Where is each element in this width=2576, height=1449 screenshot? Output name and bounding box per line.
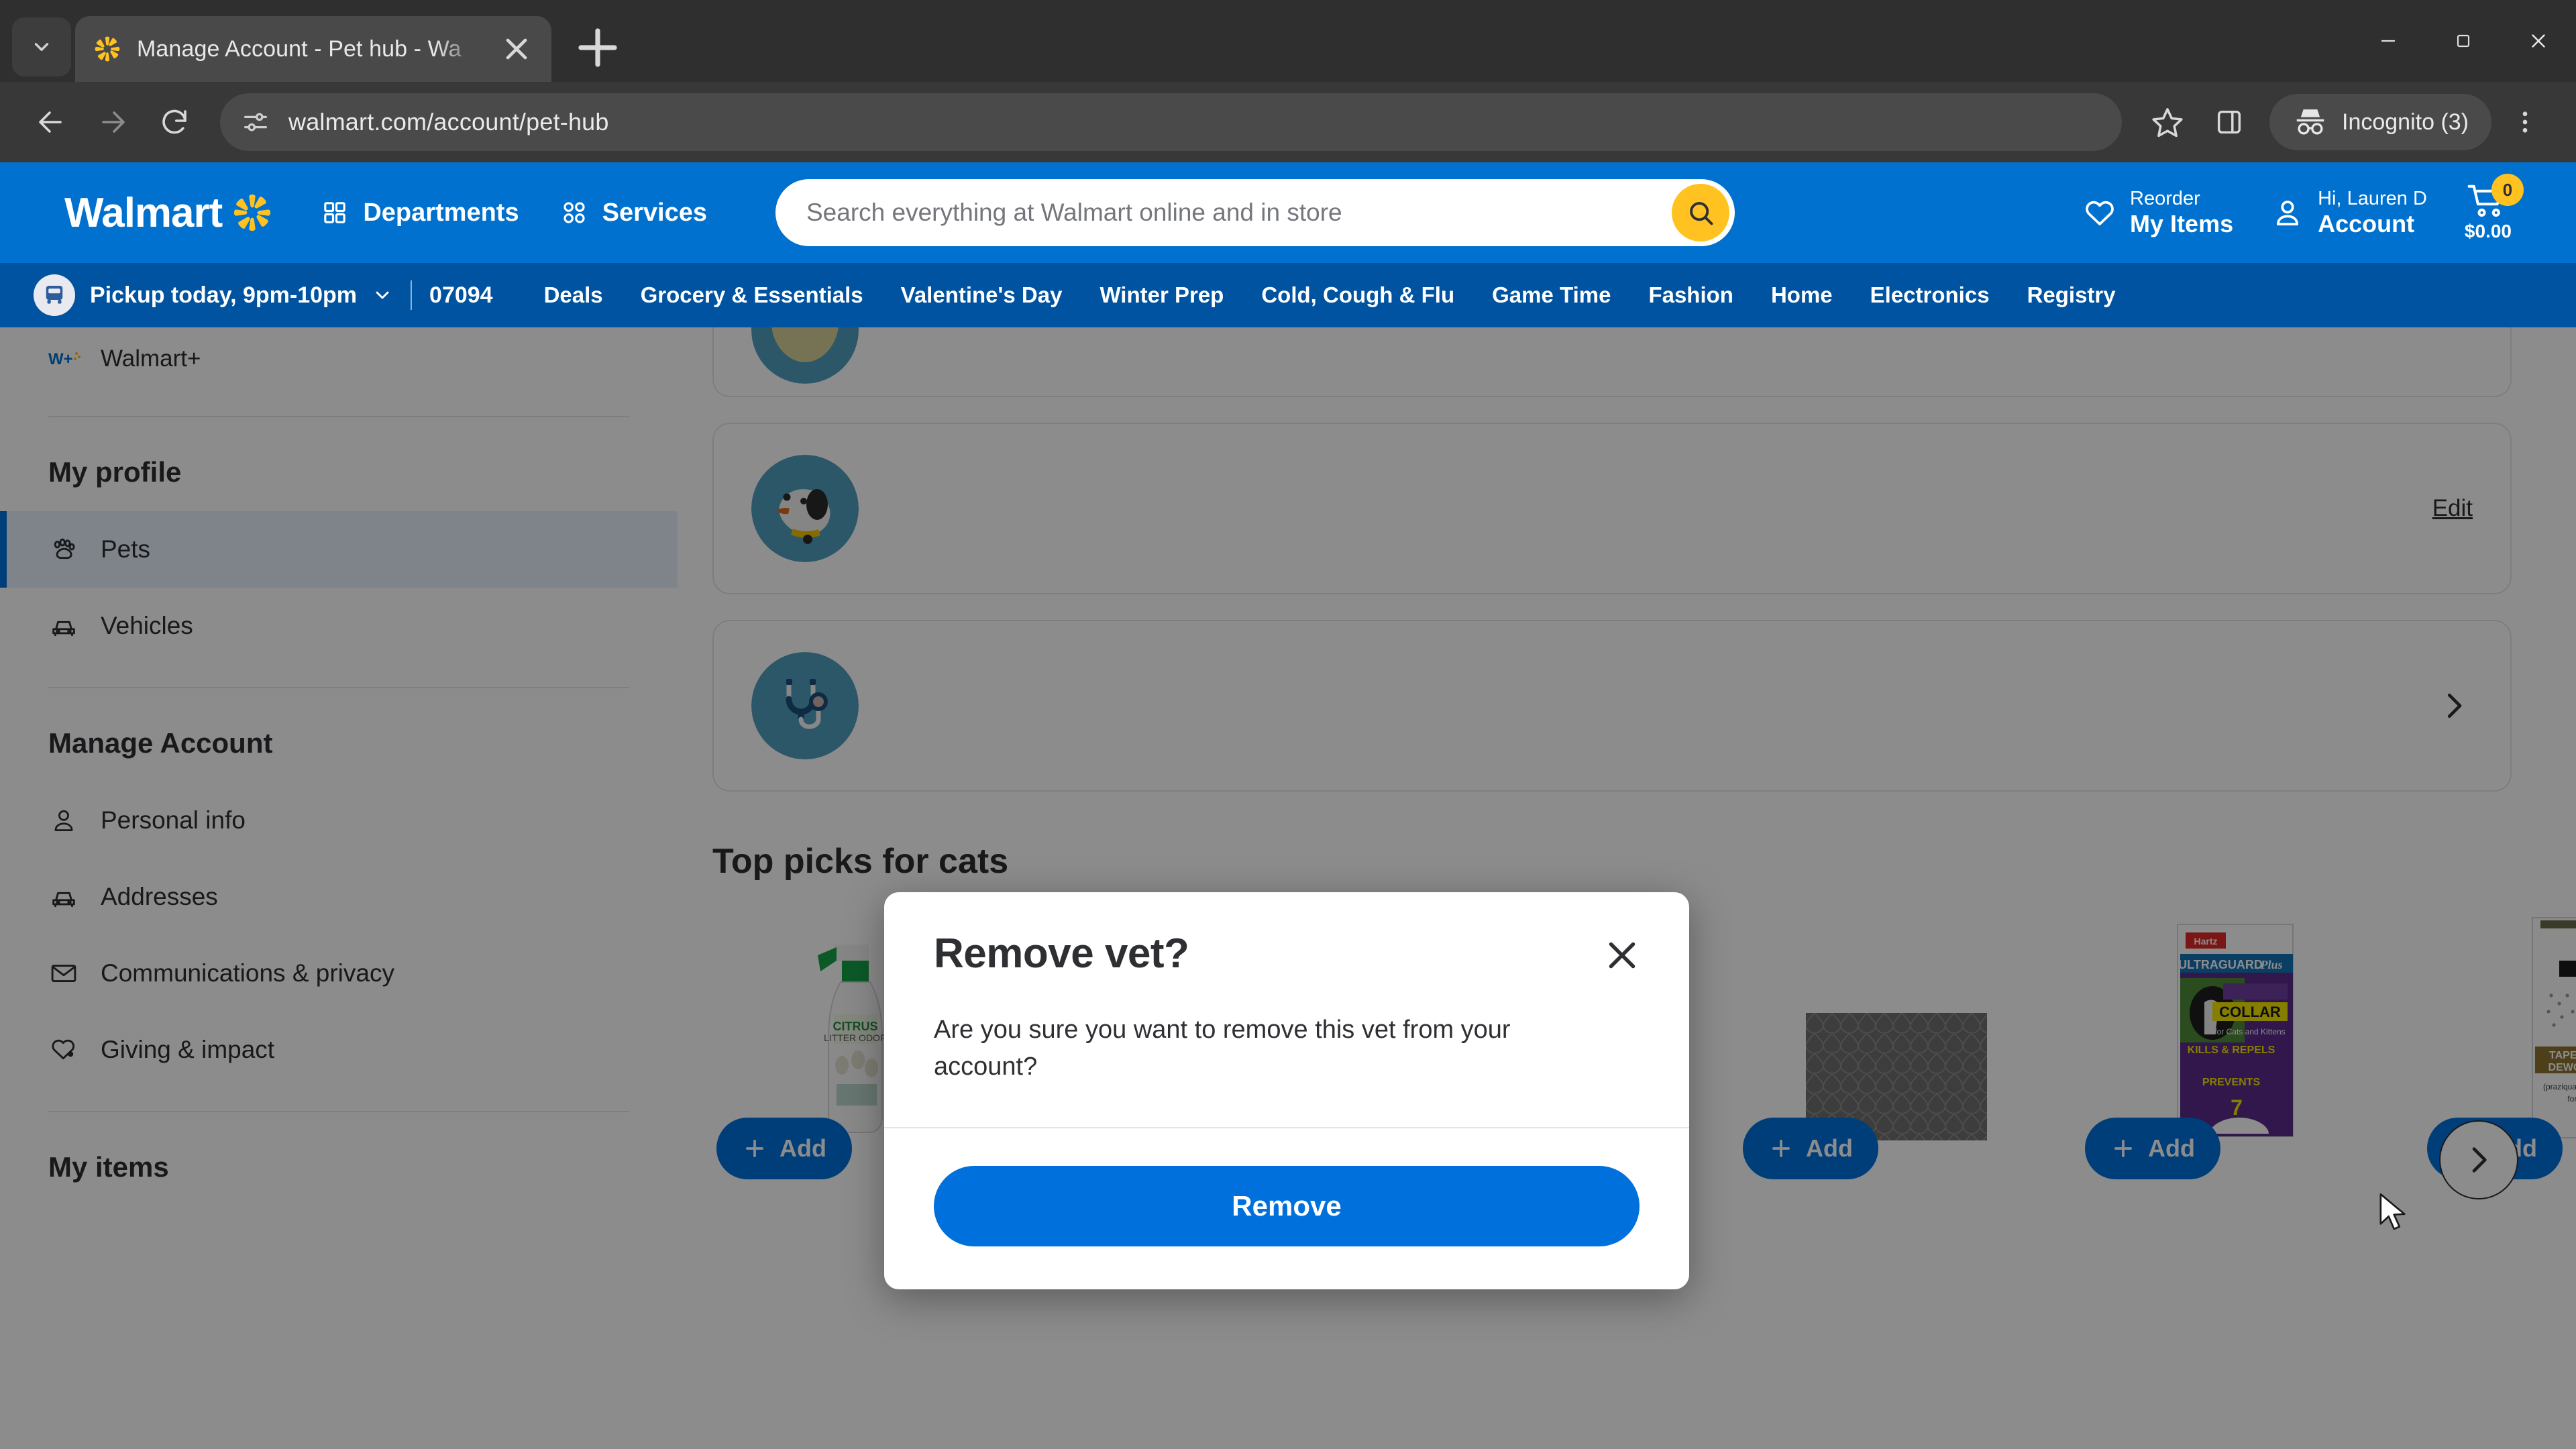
services-button[interactable]: Services — [561, 199, 707, 227]
incognito-hat-icon — [2296, 109, 2324, 135]
account-button[interactable]: Hi, Lauren D Account — [2271, 188, 2427, 238]
walmart-header: Walmart Departments Services Search ever… — [0, 162, 2576, 263]
close-window-button[interactable] — [2501, 0, 2576, 82]
subnav-link-grocery[interactable]: Grocery & Essentials — [622, 282, 882, 308]
maximize-icon — [2457, 34, 2470, 48]
tab-strip: Manage Account - Pet hub - Wa — [0, 0, 2576, 82]
pickup-truck-icon — [34, 274, 75, 316]
search-bar[interactable] — [775, 179, 1735, 246]
plus-icon — [578, 28, 617, 67]
chevron-down-icon — [376, 291, 389, 299]
back-button[interactable] — [23, 94, 79, 150]
subnav-link-cold-cough-flu[interactable]: Cold, Cough & Flu — [1242, 282, 1473, 308]
mouse-cursor — [2379, 1193, 2406, 1230]
address-bar[interactable]: walmart.com/account/pet-hub — [220, 93, 2122, 151]
subnav-links: Deals Grocery & Essentials Valentine's D… — [525, 282, 2135, 308]
zip-code[interactable]: 07094 — [429, 282, 493, 309]
dialog-close-button[interactable] — [1597, 930, 1648, 981]
subnav-link-fashion[interactable]: Fashion — [1629, 282, 1752, 308]
remove-button[interactable]: Remove — [934, 1166, 1640, 1247]
minimize-button[interactable] — [2351, 0, 2426, 82]
dialog-header: Remove vet? — [884, 892, 1689, 981]
minimize-icon — [2381, 40, 2395, 42]
page-viewport: Walmart Departments Services Search ever… — [0, 162, 2576, 1449]
close-icon — [506, 38, 527, 60]
url-text: walmart.com/account/pet-hub — [288, 108, 609, 136]
walmart-wordmark: Walmart — [64, 189, 223, 236]
subnav-link-valentines[interactable]: Valentine's Day — [882, 282, 1081, 308]
heart-icon — [2086, 201, 2114, 225]
back-arrow-icon — [39, 111, 62, 133]
person-icon — [2277, 201, 2299, 225]
cart-total: $0.00 — [2464, 221, 2512, 241]
side-panel-icon — [2217, 110, 2241, 134]
three-dot-menu-icon — [2522, 111, 2528, 133]
subnav-link-home[interactable]: Home — [1752, 282, 1851, 308]
page-content: W+ Walmart+ My profile Pets Vehicles Man… — [0, 327, 2576, 1449]
remove-vet-dialog: Remove vet? Are you sure you want to rem… — [884, 892, 1689, 1290]
tab-close-button[interactable] — [499, 32, 534, 66]
browser-menu-button[interactable] — [2497, 94, 2553, 150]
departments-label: Departments — [363, 198, 519, 227]
tab-search-button[interactable] — [12, 17, 71, 76]
search-submit-button[interactable] — [1671, 184, 1729, 241]
search-input[interactable] — [806, 199, 1672, 227]
dialog-footer: Remove — [884, 1128, 1689, 1289]
pickup-label: Pickup today, 9pm-10pm — [90, 282, 358, 308]
site-settings-icon[interactable] — [240, 107, 271, 138]
browser-toolbar: walmart.com/account/pet-hub Incognito (3… — [0, 82, 2576, 162]
close-x-icon — [1609, 942, 1635, 969]
account-label: Account — [2318, 209, 2415, 237]
grid-icon — [324, 202, 346, 223]
close-icon — [2532, 34, 2545, 48]
header-actions: Reorder My Items Hi, Lauren D Account 0 … — [2083, 174, 2524, 242]
profile-label: Incognito (3) — [2342, 109, 2469, 135]
forward-button[interactable] — [85, 94, 141, 150]
profile-button[interactable]: Incognito (3) — [2269, 94, 2491, 150]
dialog-message: Are you sure you want to remove this vet… — [934, 1016, 1511, 1081]
maximize-button[interactable] — [2426, 0, 2501, 82]
reorder-label: Reorder — [2130, 187, 2200, 209]
tab-title: Manage Account - Pet hub - Wa — [137, 36, 462, 62]
walmart-spark-icon — [95, 36, 120, 62]
departments-button[interactable]: Departments — [321, 199, 519, 227]
cart-count-badge: 0 — [2491, 174, 2524, 206]
search-icon — [1690, 202, 1713, 225]
subnav-link-electronics[interactable]: Electronics — [1851, 282, 2008, 308]
walmart-subnav: Pickup today, 9pm-10pm 07094 Deals Groce… — [0, 263, 2576, 327]
walmart-logo[interactable]: Walmart — [64, 189, 273, 237]
browser-tab[interactable]: Manage Account - Pet hub - Wa — [75, 16, 551, 82]
browser-window: Manage Account - Pet hub - Wa walmart.co… — [0, 0, 2576, 1449]
forward-arrow-icon — [102, 111, 125, 133]
services-label: Services — [602, 198, 707, 227]
subnav-link-winter-prep[interactable]: Winter Prep — [1081, 282, 1242, 308]
bookmark-button[interactable] — [2139, 94, 2196, 150]
fulfillment-selector[interactable]: Pickup today, 9pm-10pm — [34, 274, 393, 316]
subnav-link-registry[interactable]: Registry — [2008, 282, 2135, 308]
reload-icon — [162, 109, 186, 134]
divider — [411, 280, 413, 310]
subnav-link-game-time[interactable]: Game Time — [1473, 282, 1629, 308]
walmart-spark-icon — [234, 194, 271, 231]
subnav-link-deals[interactable]: Deals — [525, 282, 622, 308]
circles-grid-icon — [564, 202, 585, 223]
new-tab-button[interactable] — [569, 19, 627, 76]
chevron-down-icon — [34, 43, 49, 51]
dialog-title: Remove vet? — [934, 930, 1189, 977]
window-controls — [2351, 0, 2576, 82]
reload-button[interactable] — [146, 94, 203, 150]
star-icon — [2152, 108, 2183, 138]
cart-button[interactable]: 0 $0.00 — [2464, 174, 2524, 242]
truck-icon — [46, 286, 63, 304]
side-panel-button[interactable] — [2201, 94, 2257, 150]
greeting-label: Hi, Lauren D — [2318, 187, 2427, 209]
my-items-label: My Items — [2130, 209, 2234, 237]
reorder-my-items-button[interactable]: Reorder My Items — [2083, 188, 2233, 238]
